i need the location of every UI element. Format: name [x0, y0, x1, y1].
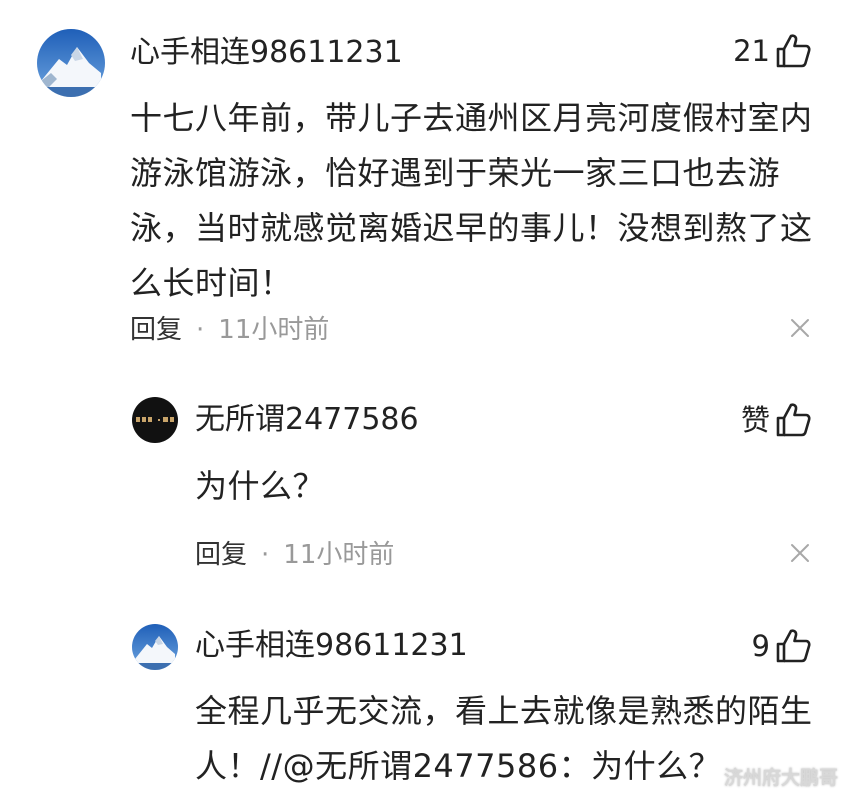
avatar[interactable]: [132, 397, 178, 443]
comment-text: 为什么？: [195, 467, 326, 505]
thumbs-up-icon: [776, 629, 811, 663]
like-count: 21: [733, 34, 770, 68]
comment-text: 全程几乎无交流，看上去就像是熟悉的陌生人！//@无所谓2477586：为什么？: [195, 692, 813, 785]
avatar[interactable]: [132, 624, 178, 670]
reply-button[interactable]: 回复: [195, 538, 247, 572]
comment-text: 十七八年前，带儿子去通州区月亮河度假村室内游泳馆游泳，恰好遇到于荣光一家三口也去…: [130, 99, 813, 302]
dark-avatar-icon: [132, 397, 178, 443]
comment-username[interactable]: 心手相连98611231: [130, 35, 403, 71]
avatar[interactable]: [37, 29, 105, 97]
comment-meta: 回复 · 11小时前: [195, 538, 394, 572]
close-icon[interactable]: [789, 317, 811, 339]
comment-username[interactable]: 无所谓2477586: [195, 402, 419, 438]
like-count: 9: [751, 629, 770, 663]
like-label: 赞: [740, 403, 770, 437]
like-button[interactable]: 9: [752, 626, 812, 666]
watermark: 济州府大鹏哥: [723, 767, 838, 789]
reply-button[interactable]: 回复: [130, 313, 182, 347]
comment-time: 11小时前: [283, 540, 395, 570]
like-button[interactable]: 赞: [741, 400, 812, 440]
thumbs-up-icon: [776, 403, 811, 437]
like-button[interactable]: 21: [733, 31, 812, 71]
thumbs-up-icon: [776, 34, 811, 68]
mountain-avatar-icon: [37, 29, 105, 97]
comment-time: 11小时前: [218, 315, 330, 345]
mountain-avatar-icon: [132, 624, 178, 670]
meta-separator: ·: [196, 315, 205, 345]
meta-separator: ·: [261, 540, 270, 570]
comment-thread: 心手相连98611231 21 十七八年前，带儿子去通州区月亮河度假村室内游泳馆…: [0, 0, 848, 798]
comment-meta: 回复 · 11小时前: [130, 313, 329, 347]
comment-username[interactable]: 心手相连98611231: [195, 628, 468, 664]
close-icon[interactable]: [789, 542, 811, 564]
